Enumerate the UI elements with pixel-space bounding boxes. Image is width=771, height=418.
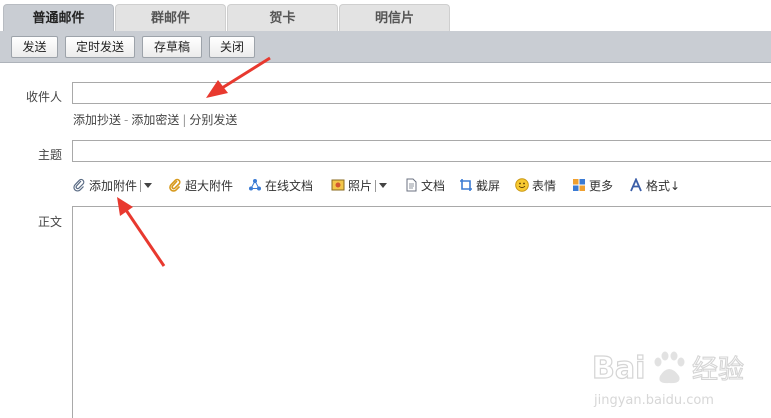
arrow-to-recipient — [206, 56, 271, 98]
svg-text:经验: 经验 — [692, 355, 744, 385]
baidu-watermark: Bai 经验 jingyan.baidu.com — [588, 340, 768, 412]
arrow-to-attachment — [117, 197, 166, 267]
baidu-logo: Bai 经验 jingyan.baidu.com — [591, 350, 744, 408]
watermark-url: jingyan.baidu.com — [593, 393, 714, 408]
svg-text:Bai: Bai — [592, 351, 645, 386]
